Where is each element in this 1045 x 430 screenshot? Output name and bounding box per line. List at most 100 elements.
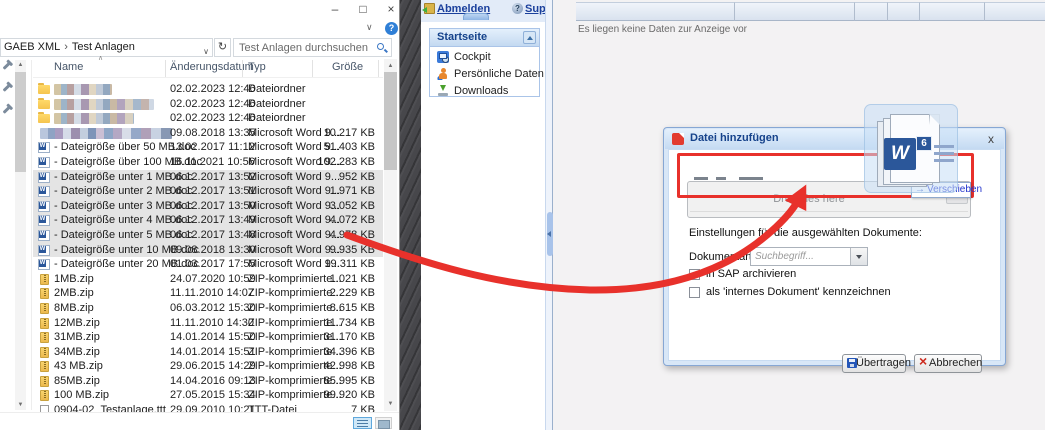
file-row[interactable]: 85MB.zip 14.04.2016 09:13 ZIP-komprimier… [33,374,383,389]
file-row[interactable]: 02.02.2023 12:46 Dateiordner [33,97,383,112]
file-date: 11.11.2010 14:07 [170,286,254,301]
thumbnail-view-button[interactable] [375,417,392,429]
dokumentart-combobox[interactable]: Suchbegriff... [750,247,868,266]
file-row[interactable]: - Dateigröße über 100 MB.doc 16.11.2021 … [33,155,383,170]
panel-item[interactable]: Downloads [430,84,539,100]
panel-item[interactable]: Cockpit [430,50,539,66]
file-row[interactable]: 12MB.zip 11.11.2010 14:30 ZIP-komprimier… [33,316,383,331]
pin-icon [3,62,11,70]
panel-item[interactable]: Persönliche Daten [430,67,539,83]
file-type-icon [40,318,49,329]
scroll-up-icon[interactable]: ▲ [15,60,26,70]
column-header-name[interactable]: Name [54,61,83,73]
search-input[interactable]: Test Anlagen durchsuchen [233,38,392,57]
file-row[interactable]: - Dateigröße unter 3 MB.doc 06.12.2017 1… [33,199,383,214]
chevron-up-icon[interactable] [523,31,536,44]
file-date: 11.11.2010 14:30 [170,316,254,331]
checkbox-label[interactable]: als 'internes Dokument' kennzeichnen [706,286,891,298]
splitter[interactable] [545,0,553,430]
dialog-close-button[interactable]: x [988,132,994,146]
file-date: 14.01.2014 15:51 [170,345,256,360]
table-column-header[interactable] [888,2,920,21]
file-row[interactable]: 2MB.zip 11.11.2010 14:07 ZIP-komprimiert… [33,286,383,301]
file-row[interactable]: 09.08.2018 13:35 Microsoft Word 9... 10.… [33,126,383,141]
text-line-icon [934,145,954,148]
chevron-down-icon[interactable] [850,248,867,265]
nav-scrollbar-thumb[interactable] [15,72,26,172]
table-column-header[interactable] [576,2,735,21]
column-header-type[interactable]: Typ [248,61,266,73]
scroll-up-icon[interactable]: ▲ [384,61,397,71]
address-dropdown-icon[interactable]: ∨ [203,43,209,60]
file-size: 99.920 KB [313,388,375,403]
list-scrollbar-thumb[interactable] [384,72,397,170]
file-type-icon [40,361,49,372]
pane-divider [31,60,32,410]
file-size: 102.283 KB [313,155,375,170]
search-placeholder: Test Anlagen durchsuchen [239,42,368,54]
panel-item-label: Cockpit [454,51,491,63]
breadcrumb-segment[interactable]: Test Anlagen [69,39,138,56]
file-row[interactable]: - Dateigröße unter 1 MB.doc 06.12.2017 1… [33,170,383,185]
uebertragen-button[interactable]: Übertragen [842,354,906,373]
help-globe-icon [512,3,523,14]
ribbon-collapse-icon[interactable]: ∨ [366,22,373,33]
checkbox-label[interactable]: in SAP archivieren [706,268,796,280]
file-row[interactable]: 02.02.2023 12:46 Dateiordner [33,82,383,97]
file-row[interactable]: 02.02.2023 12:46 Dateiordner [33,111,383,126]
details-view-button[interactable] [353,417,372,429]
file-row[interactable]: 31MB.zip 14.01.2014 15:50 ZIP-komprimier… [33,330,383,345]
refresh-button[interactable]: ↻ [214,38,231,57]
scroll-down-icon[interactable]: ▼ [15,400,26,410]
file-size: 4.978 KB [313,228,375,243]
table-column-header[interactable] [735,2,855,21]
file-row[interactable]: 34MB.zip 14.01.2014 15:51 ZIP-komprimier… [33,345,383,360]
minimize-button[interactable]: – [322,0,348,18]
file-date: 27.05.2015 15:34 [170,388,256,403]
file-row[interactable]: 8MB.zip 06.03.2012 15:30 ZIP-komprimiert… [33,301,383,316]
list-scrollbar[interactable]: ▲ ▼ [384,59,397,411]
column-header-size[interactable]: Größe [332,61,363,73]
help-button[interactable]: ? [385,22,398,35]
internes-dokument-checkbox[interactable] [689,287,700,298]
file-name: 1MB.zip [54,272,94,287]
file-row[interactable]: 1MB.zip 24.07.2020 10:59 ZIP-komprimiert… [33,272,383,287]
abbrechen-button[interactable]: × Abbrechen [914,354,982,373]
breadcrumb-segment[interactable]: GAEB XML [1,39,63,56]
file-row[interactable]: - Dateigröße unter 10 MB.doc 09.08.2018 … [33,243,383,258]
scroll-down-icon[interactable]: ▼ [384,399,397,409]
screen: – □ × ∨ ? GAEB XML›Test Anlagen ∨ ↻ Test… [0,0,1045,430]
file-date: 06.03.2012 15:30 [170,301,256,316]
file-row[interactable]: 0904-02_Testanlage.ttt 29.09.2010 10:21 … [33,403,383,412]
collapse-left-icon[interactable] [547,212,553,256]
address-bar[interactable]: GAEB XML›Test Anlagen ∨ [0,38,213,57]
app-logo-icon [672,133,684,145]
file-name: 2MB.zip [54,286,94,301]
nav-scrollbar[interactable]: ▲ ▼ [15,60,26,410]
panel-item-icon [437,68,449,80]
sap-archivieren-checkbox[interactable] [689,269,700,280]
file-size: 4.072 KB [313,213,375,228]
table-column-header[interactable] [855,2,888,21]
file-name: 31MB.zip [54,330,100,345]
file-row[interactable]: 43 MB.zip 29.06.2015 14:29 ZIP-komprimie… [33,359,383,374]
file-type-icon [38,100,50,109]
file-date: 09.08.2018 13:30 [170,243,256,258]
file-row[interactable]: - Dateigröße über 50 MB.doc 13.02.2017 1… [33,140,383,155]
file-row[interactable]: - Dateigröße unter 5 MB.doc 06.12.2017 1… [33,228,383,243]
save-icon [847,358,857,368]
panel-tab-handle[interactable] [463,13,489,20]
pin-icon [3,84,11,92]
file-row[interactable]: - Dateigröße unter 4 MB.doc 06.12.2017 1… [33,213,383,228]
file-date: 06.12.2017 13:52 [170,170,256,185]
table-column-header[interactable] [920,2,985,21]
file-row[interactable]: - Dateigröße unter 2 MB.doc 06.12.2017 1… [33,184,383,199]
file-type-icon [38,259,50,270]
table-column-header[interactable] [985,2,1045,21]
file-size: 2.229 KB [313,286,375,301]
maximize-button[interactable]: □ [350,0,376,18]
file-name: 85MB.zip [54,374,100,389]
file-size: 7 KB [313,403,375,412]
file-row[interactable]: 100 MB.zip 27.05.2015 15:34 ZIP-komprimi… [33,388,383,403]
file-row[interactable]: - Dateigröße unter 20 MB.doc 01.03.2017 … [33,257,383,272]
